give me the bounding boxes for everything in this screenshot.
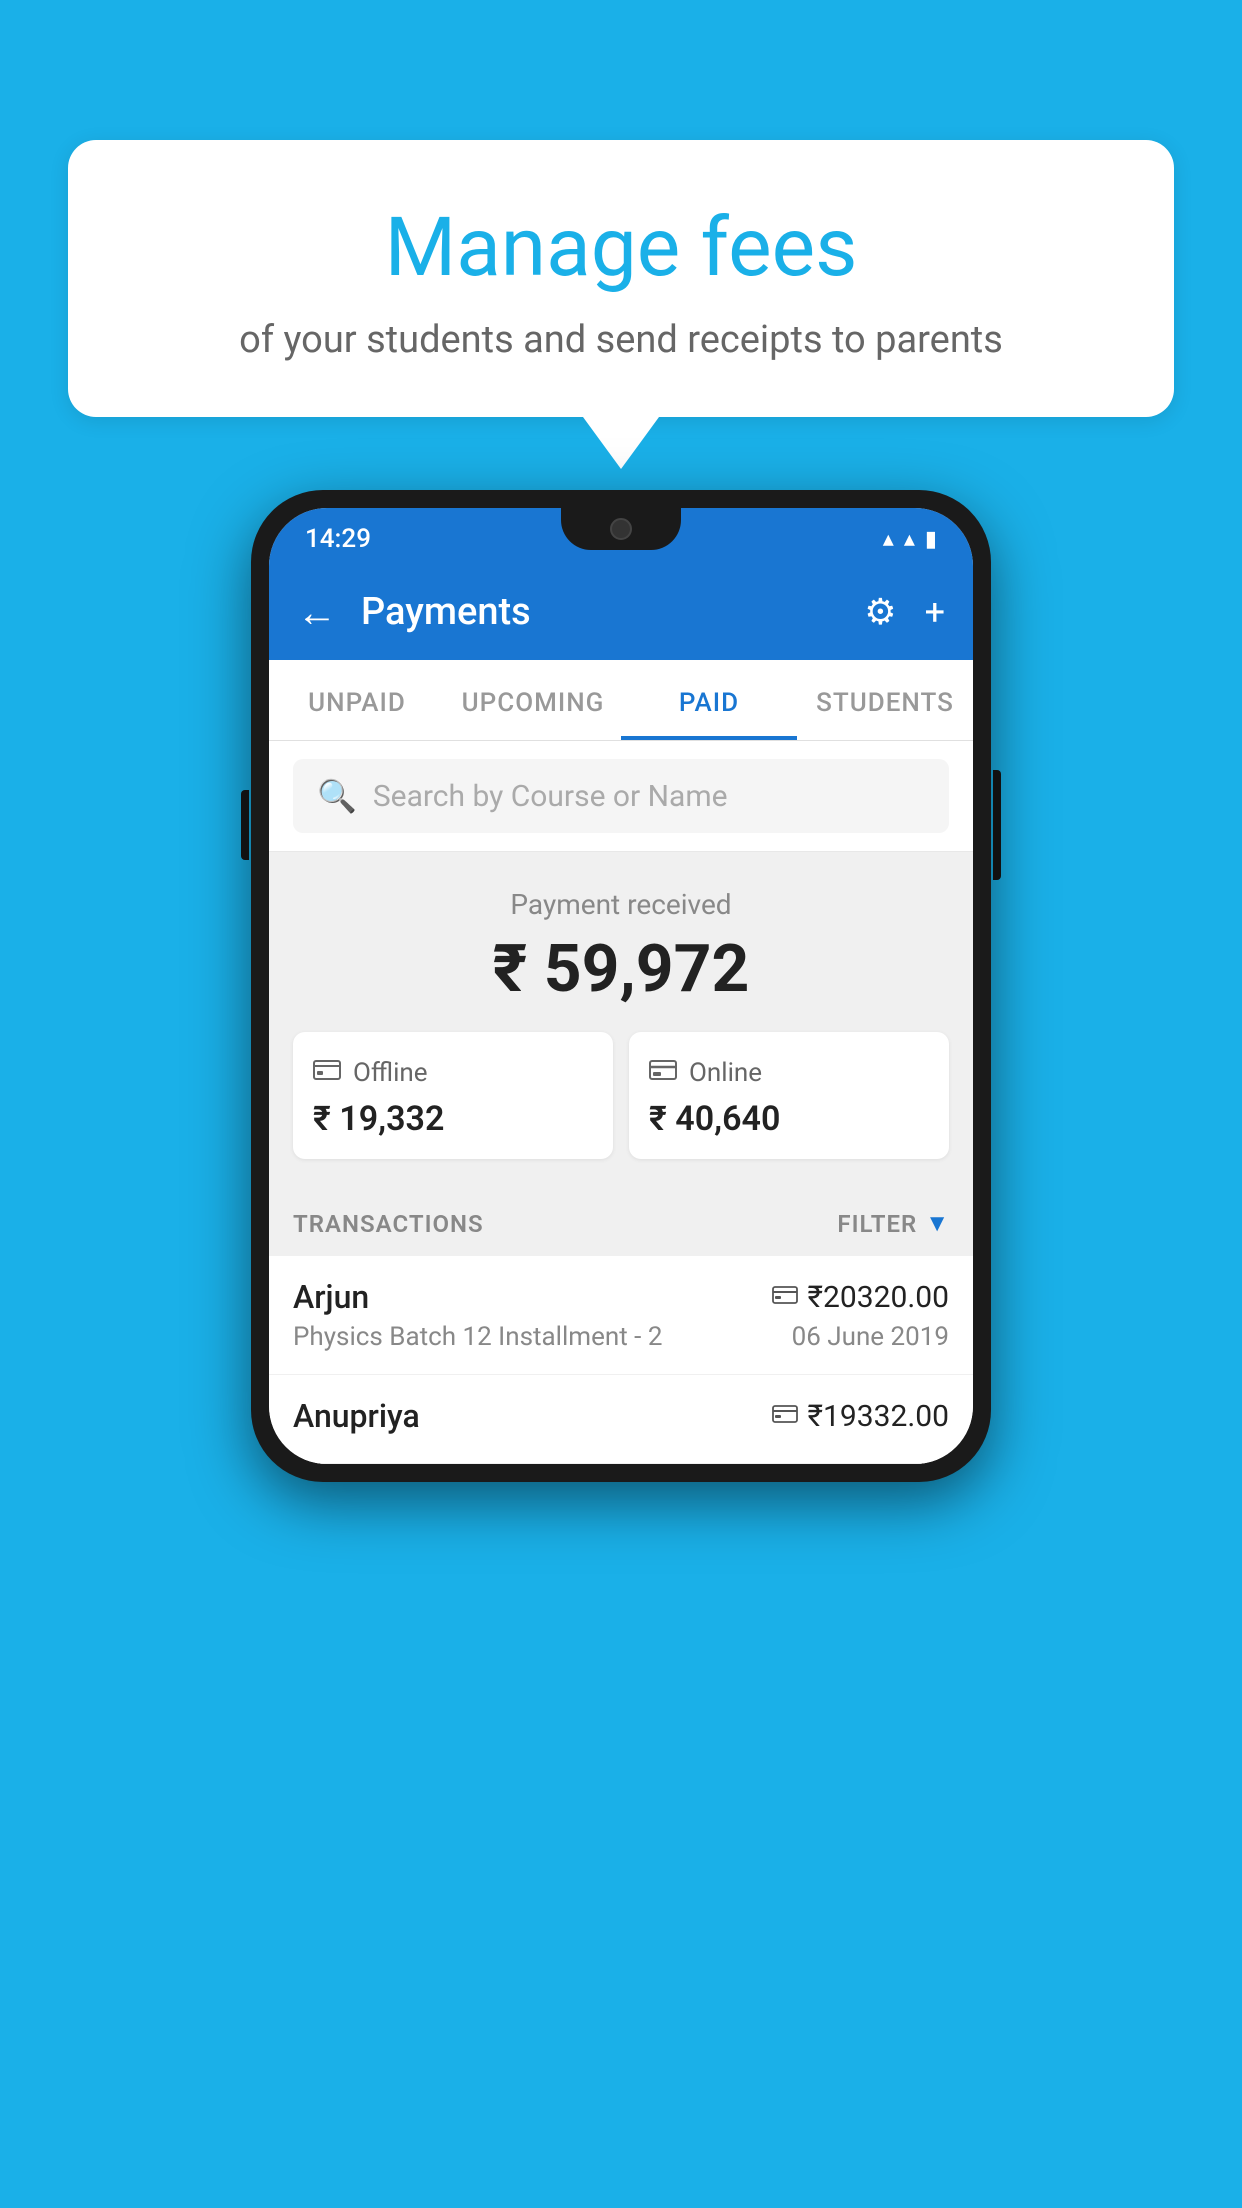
phone-notch <box>561 508 681 550</box>
transactions-label: TRANSACTIONS <box>293 1210 484 1238</box>
online-payment-card: Online ₹ 40,640 <box>629 1032 949 1159</box>
transaction-date-arjun: 06 June 2019 <box>792 1322 949 1352</box>
app-bar: ← Payments ⚙ + <box>269 564 973 660</box>
offline-card-amount: ₹ 19,332 <box>313 1099 593 1139</box>
app-bar-title: Payments <box>361 590 840 634</box>
online-card-amount: ₹ 40,640 <box>649 1099 929 1139</box>
gear-icon[interactable]: ⚙ <box>864 591 896 633</box>
transaction-online-icon-arjun <box>772 1282 798 1312</box>
transaction-row-arjun[interactable]: Arjun ₹20320.00 Physics Batch 1 <box>269 1256 973 1375</box>
transaction-name-arjun: Arjun <box>293 1278 369 1316</box>
speech-bubble: Manage fees of your students and send re… <box>68 140 1174 417</box>
search-bar[interactable]: 🔍 Search by Course or Name <box>293 759 949 833</box>
online-card-type: Online <box>689 1058 762 1088</box>
transaction-amount-container-arjun: ₹20320.00 <box>772 1280 949 1315</box>
payment-received-label: Payment received <box>293 888 949 921</box>
phone-inner: 14:29 ▴ ▴ ▮ ← Payments ⚙ + UNPAID UPCO <box>269 508 973 1464</box>
back-button[interactable]: ← <box>297 589 337 636</box>
payment-summary: Payment received ₹ 59,972 <box>269 852 973 1187</box>
tabs-container: UNPAID UPCOMING PAID STUDENTS <box>269 660 973 741</box>
offline-card-header: Offline <box>313 1056 593 1089</box>
payment-cards: Offline ₹ 19,332 <box>293 1032 949 1159</box>
status-icons: ▴ ▴ ▮ <box>883 527 937 552</box>
camera-notch <box>610 518 632 540</box>
transaction-top: Arjun ₹20320.00 <box>293 1278 949 1316</box>
transaction-amount-anupriya: ₹19332.00 <box>808 1399 949 1434</box>
transaction-amount-arjun: ₹20320.00 <box>808 1280 949 1315</box>
manage-fees-title: Manage fees <box>128 200 1114 296</box>
manage-fees-subtitle: of your students and send receipts to pa… <box>128 318 1114 362</box>
tab-unpaid[interactable]: UNPAID <box>269 660 445 740</box>
tab-paid[interactable]: PAID <box>621 660 797 740</box>
search-container: 🔍 Search by Course or Name <box>269 741 973 852</box>
search-placeholder-text: Search by Course or Name <box>373 779 728 814</box>
speech-bubble-tail <box>583 417 659 469</box>
filter-icon: ▼ <box>925 1209 949 1238</box>
offline-card-type: Offline <box>353 1058 428 1088</box>
tab-upcoming[interactable]: UPCOMING <box>445 660 621 740</box>
speech-bubble-wrapper: Manage fees of your students and send re… <box>68 140 1174 469</box>
payment-total-amount: ₹ 59,972 <box>293 931 949 1008</box>
signal-icon: ▴ <box>904 527 915 552</box>
search-icon: 🔍 <box>317 777 357 815</box>
transaction-course-arjun: Physics Batch 12 Installment - 2 <box>293 1322 662 1352</box>
plus-icon[interactable]: + <box>925 591 945 633</box>
offline-card-icon <box>313 1056 341 1089</box>
online-card-icon <box>649 1056 677 1089</box>
phone-wrapper: 14:29 ▴ ▴ ▮ ← Payments ⚙ + UNPAID UPCO <box>251 490 991 1482</box>
app-bar-actions: ⚙ + <box>864 591 945 633</box>
transaction-name-anupriya: Anupriya <box>293 1397 420 1435</box>
transaction-row-anupriya[interactable]: Anupriya ₹19332.00 <box>269 1375 973 1464</box>
transaction-top-anupriya: Anupriya ₹19332.00 <box>293 1397 949 1435</box>
online-card-header: Online <box>649 1056 929 1089</box>
battery-icon: ▮ <box>925 527 937 552</box>
transactions-header: TRANSACTIONS FILTER ▼ <box>269 1187 973 1256</box>
tab-students[interactable]: STUDENTS <box>797 660 973 740</box>
phone-outer: 14:29 ▴ ▴ ▮ ← Payments ⚙ + UNPAID UPCO <box>251 490 991 1482</box>
transaction-amount-container-anupriya: ₹19332.00 <box>772 1399 949 1434</box>
wifi-icon: ▴ <box>883 527 894 552</box>
filter-label: FILTER <box>837 1210 917 1238</box>
filter-container[interactable]: FILTER ▼ <box>837 1209 949 1238</box>
offline-payment-card: Offline ₹ 19,332 <box>293 1032 613 1159</box>
transaction-bottom-arjun: Physics Batch 12 Installment - 2 06 June… <box>293 1322 949 1352</box>
status-time: 14:29 <box>305 524 371 554</box>
transaction-offline-icon-anupriya <box>772 1401 798 1431</box>
